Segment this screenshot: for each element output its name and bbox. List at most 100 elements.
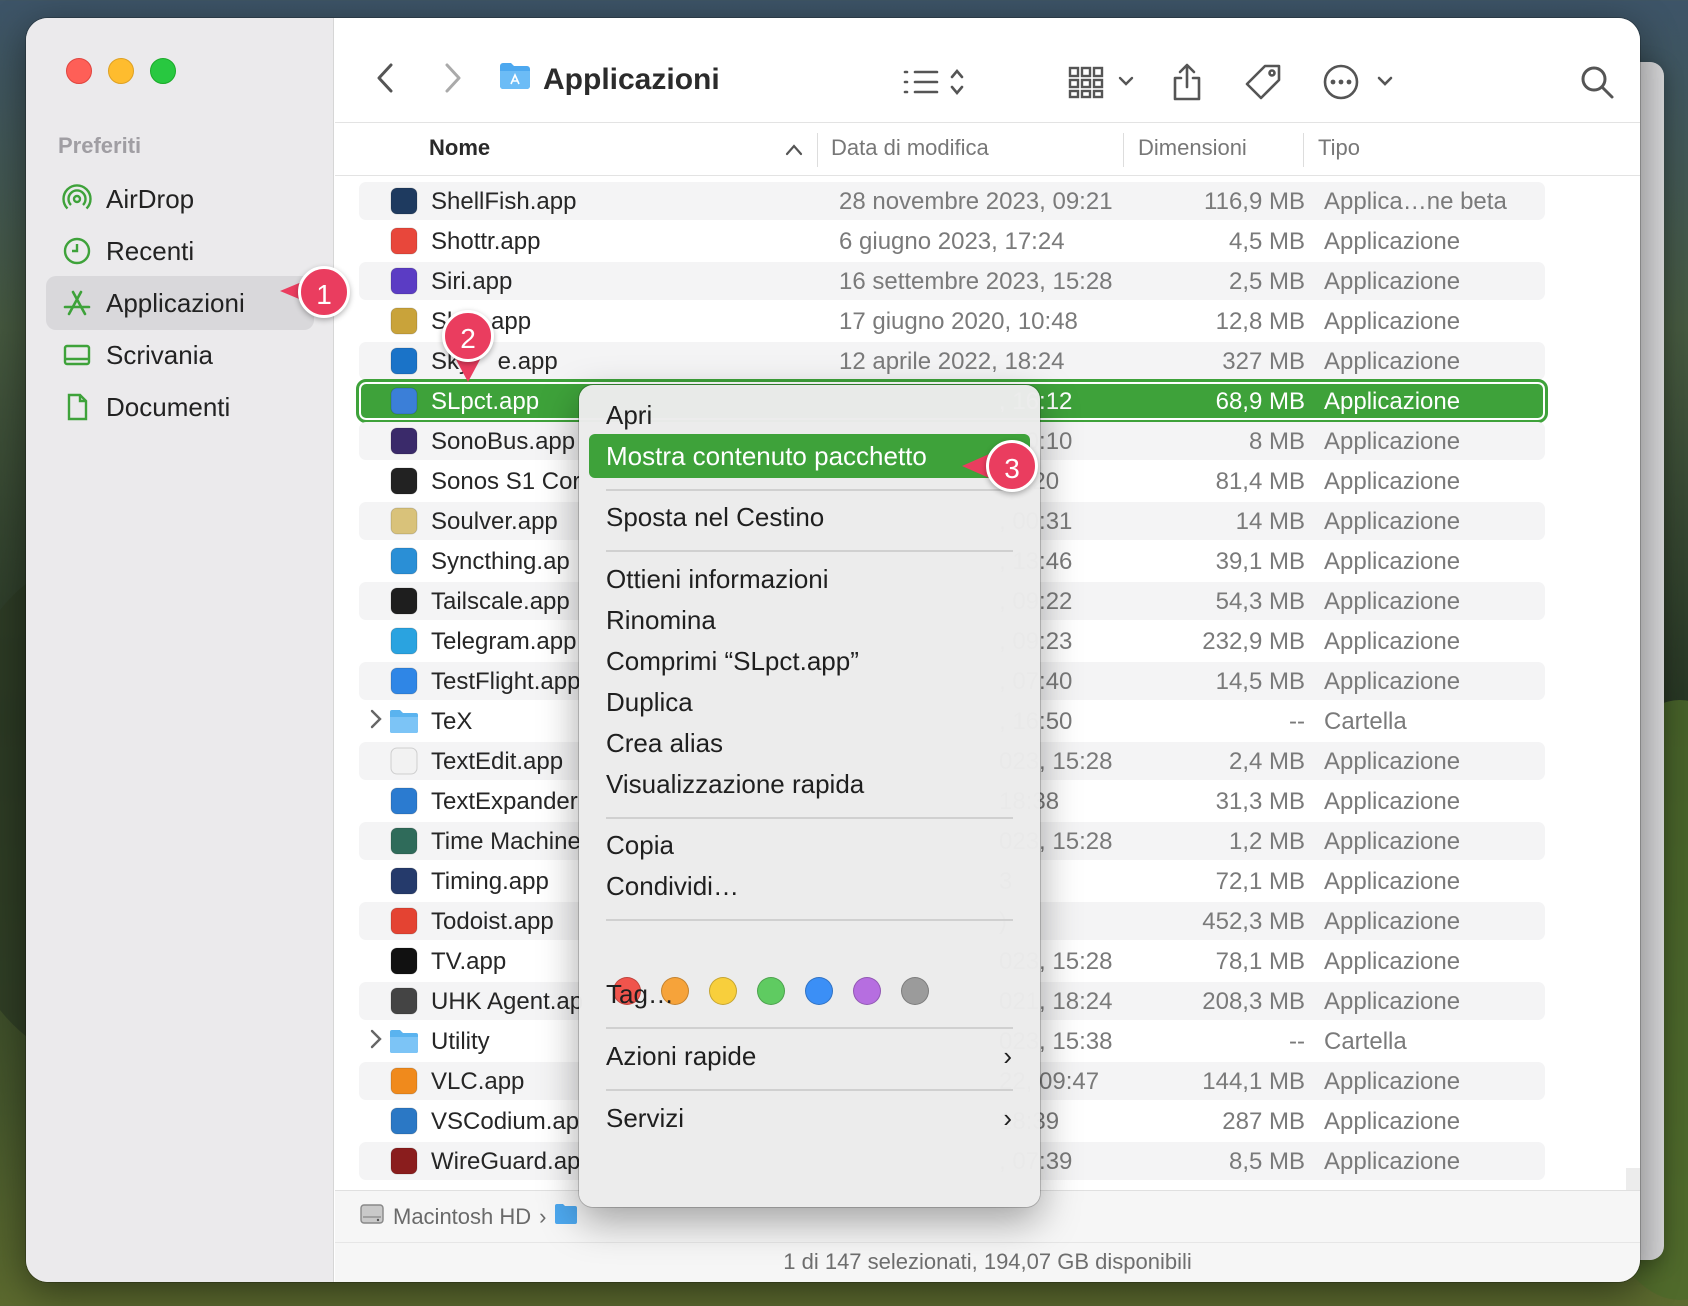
row-date: 12 aprile 2022, 18:24 [839, 348, 1065, 375]
row-type: Cartella [1324, 1028, 1407, 1055]
row-type: Applicazione [1324, 748, 1461, 775]
disclosure-chevron-icon[interactable] [369, 708, 383, 737]
sidebar-item-documenti[interactable]: Documenti [46, 380, 314, 434]
row-type: Applicazione [1324, 788, 1461, 815]
menu-item-make-alias[interactable]: Crea alias [589, 721, 1030, 765]
airdrop-icon [62, 184, 92, 214]
tag-icon[interactable] [1241, 58, 1285, 106]
folder-icon [499, 62, 531, 98]
row-name: Siri.app [431, 268, 513, 295]
step-badge-2: 2 [442, 310, 494, 362]
grid-view-icon[interactable] [1065, 62, 1145, 102]
search-icon[interactable] [1575, 60, 1619, 104]
row-name: Time Machine [431, 828, 581, 855]
menu-item-services[interactable]: Servizi › [589, 1096, 1030, 1140]
sidebar-section-title: Preferiti [58, 133, 142, 158]
row-type: Applicazione [1324, 1108, 1461, 1135]
menu-item-tags[interactable]: Tag… [589, 972, 1030, 1016]
window-controls [66, 58, 176, 84]
column-header-date[interactable]: Data di modifica [831, 135, 989, 161]
row-size: 39,1 MB [1215, 548, 1305, 575]
app-icon [389, 266, 419, 296]
table-row[interactable]: Shottr.app 6 giugno 2023, 17:24 4,5 MB Appl… [359, 222, 1545, 260]
sort-ascending-icon[interactable] [785, 137, 803, 163]
menu-separator [606, 1027, 1013, 1029]
row-date: 28 novembre 2023, 09:21 [839, 188, 1113, 215]
clock-icon [62, 236, 92, 266]
menu-item-copy[interactable]: Copia [589, 823, 1030, 867]
menu-item-share[interactable]: Condividi… [589, 864, 1030, 908]
column-headers: Nome Data di modifica Dimensioni Tipo [335, 122, 1640, 176]
more-icon[interactable] [1319, 60, 1399, 104]
context-menu: Apri Mostra contenuto pacchetto Sposta n… [579, 385, 1040, 1207]
toolbar: Applicazioni [335, 18, 1640, 122]
menu-item-quick-actions[interactable]: Azioni rapide › [589, 1034, 1030, 1078]
row-type: Applicazione [1324, 1148, 1461, 1175]
app-icon [389, 866, 419, 896]
row-name: Sonos S1 Cor [431, 468, 581, 495]
row-type: Applicazione [1324, 988, 1461, 1015]
row-name: TextEdit.app [431, 748, 564, 775]
chevron-right-icon: › [1003, 1103, 1012, 1133]
table-row[interactable]: Sky e.app 12 aprile 2022, 18:24 327 MB Appl… [359, 342, 1545, 380]
menu-item-duplicate[interactable]: Duplica [589, 680, 1030, 724]
back-icon[interactable] [365, 58, 405, 98]
column-header-size[interactable]: Dimensioni [1138, 135, 1247, 161]
sidebar-item-scrivania[interactable]: Scrivania [46, 328, 314, 382]
close-button[interactable] [66, 58, 92, 84]
folder-icon [389, 1026, 419, 1056]
row-size: 8 MB [1248, 428, 1305, 455]
row-size: 1,2 MB [1228, 828, 1305, 855]
path-separator: › [539, 1203, 547, 1229]
folder-icon[interactable] [554, 1203, 578, 1231]
row-size: 4,5 MB [1228, 228, 1305, 255]
sidebar-item-airdrop[interactable]: AirDrop [46, 172, 314, 226]
title-label: Applicazioni [543, 63, 720, 96]
sidebar-item-label: Scrivania [106, 339, 213, 370]
row-name: Soulver.app [431, 508, 558, 535]
app-icon [389, 586, 419, 616]
sidebar-item-applicazioni[interactable]: Applicazioni [46, 276, 314, 330]
menu-item-get-info[interactable]: Ottieni informazioni [589, 557, 1030, 601]
row-name: TextExpander [431, 788, 578, 815]
row-name: Shottr.app [431, 228, 541, 255]
row-name: VSCodium.ap [431, 1108, 580, 1135]
row-name: VLC.app [431, 1068, 525, 1095]
table-row[interactable]: Siri.app 16 settembre 2023, 15:28 2,5 MB Ap… [359, 262, 1545, 300]
row-size: 232,9 MB [1202, 628, 1305, 655]
table-row[interactable]: ShellFish.app 28 novembre 2023, 09:21 116,… [359, 182, 1545, 220]
row-type: Applicazione [1324, 1068, 1461, 1095]
menu-item-move-to-trash[interactable]: Sposta nel Cestino [589, 495, 1030, 539]
sidebar-item-recenti[interactable]: Recenti [46, 224, 314, 278]
app-icon [389, 786, 419, 816]
app-icon [389, 986, 419, 1016]
chevron-right-icon: › [1003, 1041, 1012, 1071]
list-view-icon[interactable] [899, 62, 975, 102]
row-type: Applicazione [1324, 428, 1461, 455]
share-icon[interactable] [1165, 58, 1209, 106]
path-disk[interactable]: Macintosh HD [393, 1204, 531, 1230]
menu-item-open[interactable]: Apri [589, 393, 1030, 437]
row-name: UHK Agent.ap [431, 988, 584, 1015]
row-size: 78,1 MB [1215, 948, 1305, 975]
row-size: 12,8 MB [1215, 308, 1305, 335]
minimize-button[interactable] [108, 58, 134, 84]
app-icon [389, 946, 419, 976]
menu-item-quick-look[interactable]: Visualizzazione rapida [589, 762, 1030, 806]
disclosure-chevron-icon[interactable] [369, 1028, 383, 1057]
zoom-button[interactable] [150, 58, 176, 84]
row-size: 2,4 MB [1228, 748, 1305, 775]
app-icon [389, 466, 419, 496]
column-header-name[interactable]: Nome [429, 135, 490, 161]
step-badge-3: 3 [986, 440, 1038, 492]
column-header-type[interactable]: Tipo [1318, 135, 1360, 161]
row-date: 6 giugno 2023, 17:24 [839, 228, 1065, 255]
forward-icon[interactable] [433, 58, 473, 98]
menu-item-compress[interactable]: Comprimi “SLpct.app” [589, 639, 1030, 683]
status-bar: 1 di 147 selezionati, 194,07 GB disponib… [335, 1242, 1640, 1282]
row-size: 14 MB [1235, 508, 1305, 535]
app-icon [389, 666, 419, 696]
row-name: TeX [431, 708, 473, 735]
table-row[interactable]: Ski app17 giugno 2020, 10:4812,8 MBAppli… [359, 302, 1545, 340]
menu-item-rename[interactable]: Rinomina [589, 598, 1030, 642]
